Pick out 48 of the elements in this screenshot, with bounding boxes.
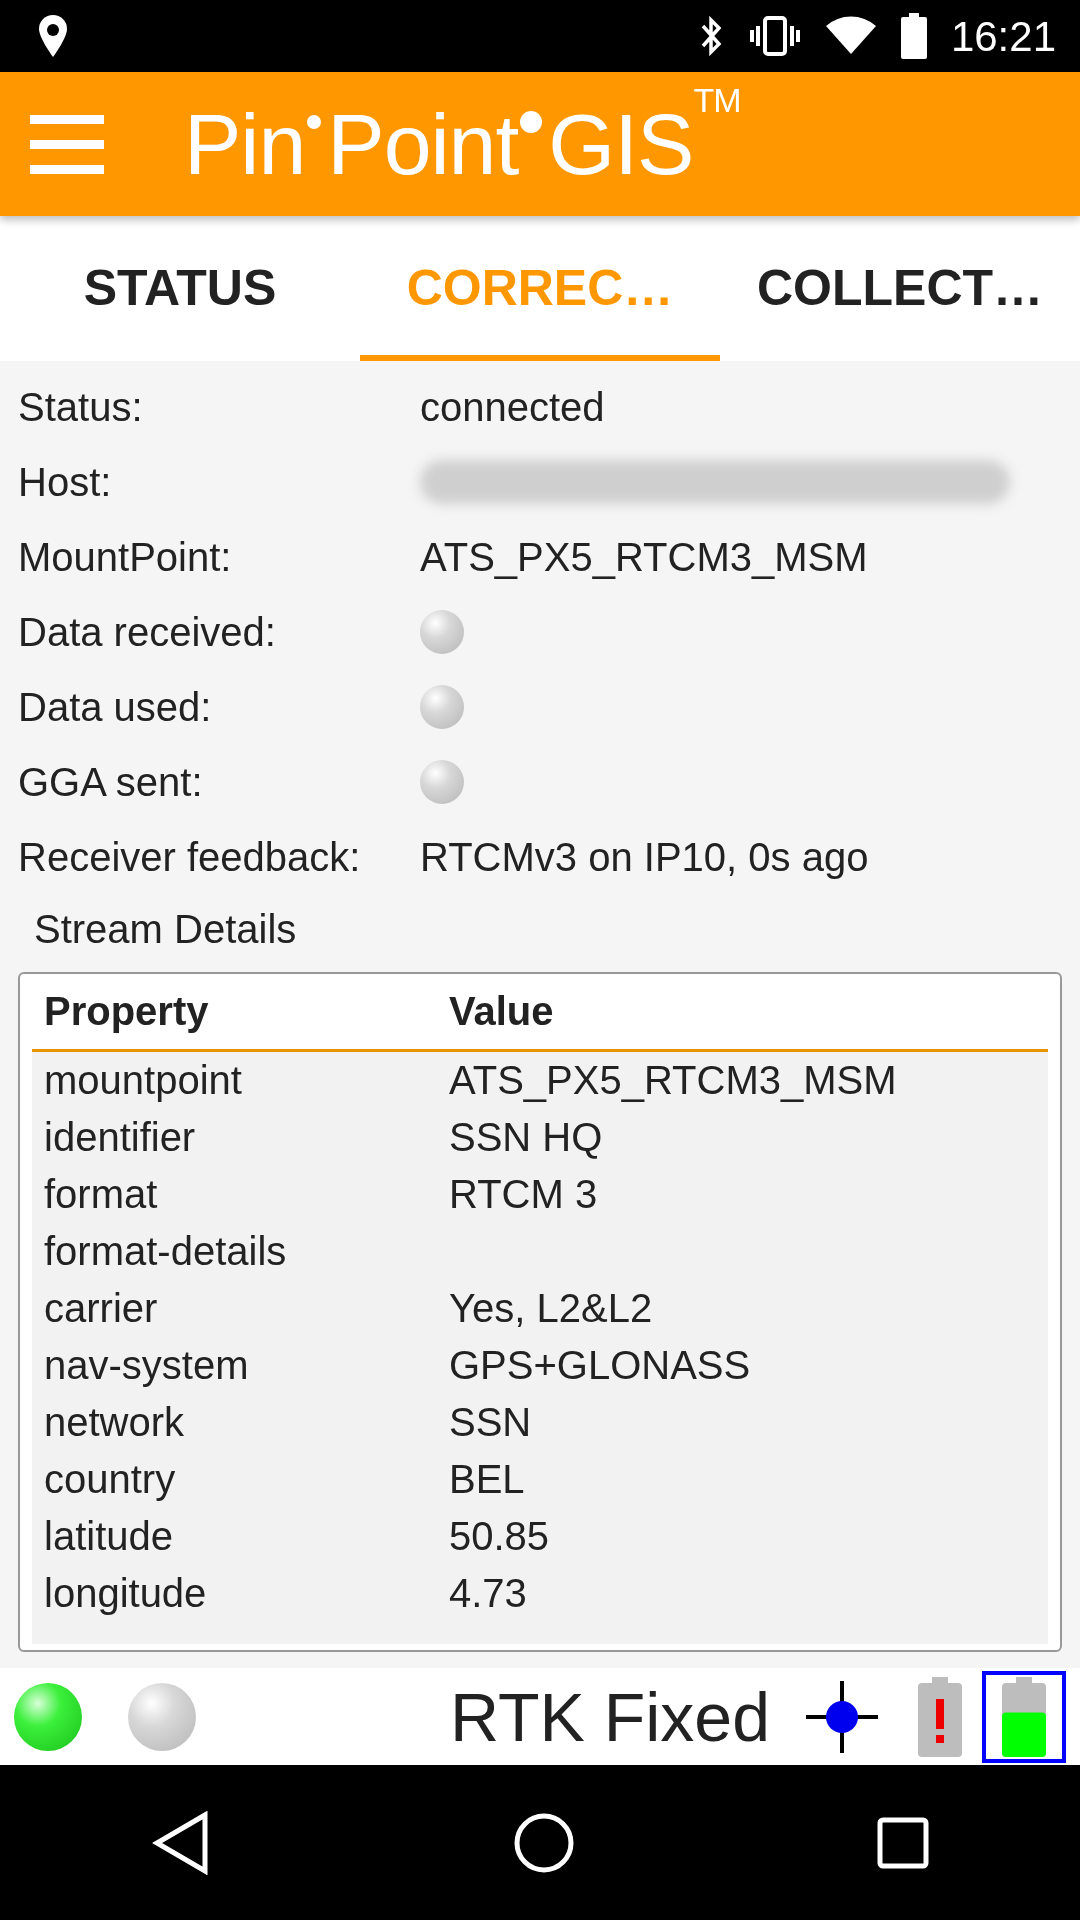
- battery-icon: [1002, 1676, 1046, 1757]
- value-cell: SSN HQ: [449, 1114, 603, 1159]
- clock-time: 16:21: [950, 11, 1056, 62]
- column-header: Property: [32, 974, 437, 1050]
- property-cell: nav-system: [44, 1342, 249, 1387]
- field-label: Data received:: [17, 608, 277, 656]
- value-cell: ATS_PX5_RTCM3_MSM: [449, 1057, 897, 1102]
- battery-button[interactable]: [982, 1670, 1066, 1763]
- wifi-icon: [824, 16, 877, 56]
- fix-status: RTK Fixed: [450, 1677, 770, 1757]
- value-cell: SSN: [449, 1399, 532, 1444]
- property-cell: longitude: [44, 1570, 207, 1615]
- value-cell: Yes, L2&L2: [449, 1285, 653, 1330]
- battery-icon: [900, 13, 927, 59]
- app-logo: Pin Point GIS$^{TM}$: [184, 79, 741, 194]
- property-cell: network: [44, 1399, 185, 1444]
- value-cell: 4.73: [449, 1570, 527, 1615]
- property-cell: carrier: [44, 1285, 158, 1330]
- tab[interactable]: COLLECT…: [720, 216, 1080, 361]
- section-title: Stream Details: [33, 906, 298, 953]
- field-label: Status:: [17, 383, 144, 431]
- property-cell: format: [44, 1171, 158, 1216]
- property-cell: format-details: [44, 1228, 287, 1273]
- value-cell: 50.85: [449, 1513, 550, 1558]
- field-label: MountPoint:: [17, 533, 233, 581]
- field-label: Data used:: [17, 683, 213, 731]
- field-value: connected: [420, 383, 605, 431]
- field-label: GGA sent:: [17, 758, 204, 806]
- property-cell: mountpoint: [44, 1057, 242, 1102]
- field-label: Host:: [17, 458, 113, 506]
- vibrate-icon: [748, 14, 801, 58]
- property-cell: country: [44, 1456, 176, 1501]
- home-icon[interactable]: [513, 1811, 575, 1874]
- crosshair-icon: [806, 1680, 878, 1753]
- field-label: Receiver feedback:: [17, 833, 362, 881]
- field-value: ATS_PX5_RTCM3_MSM: [420, 533, 868, 581]
- battery-warning-icon: [918, 1676, 962, 1757]
- column-header: Value: [437, 974, 1048, 1050]
- field-value: RTCMv3 on IP10, 0s ago: [420, 833, 869, 881]
- value-cell: GPS+GLONASS: [449, 1342, 751, 1387]
- tab[interactable]: STATUS: [0, 216, 360, 361]
- back-icon[interactable]: [151, 1810, 211, 1875]
- location-pin-icon: [36, 13, 70, 59]
- value-cell: BEL: [449, 1456, 525, 1501]
- value-cell: RTCM 3: [449, 1171, 598, 1216]
- property-cell: identifier: [44, 1114, 196, 1159]
- property-cell: latitude: [44, 1513, 173, 1558]
- recents-icon[interactable]: [877, 1816, 929, 1869]
